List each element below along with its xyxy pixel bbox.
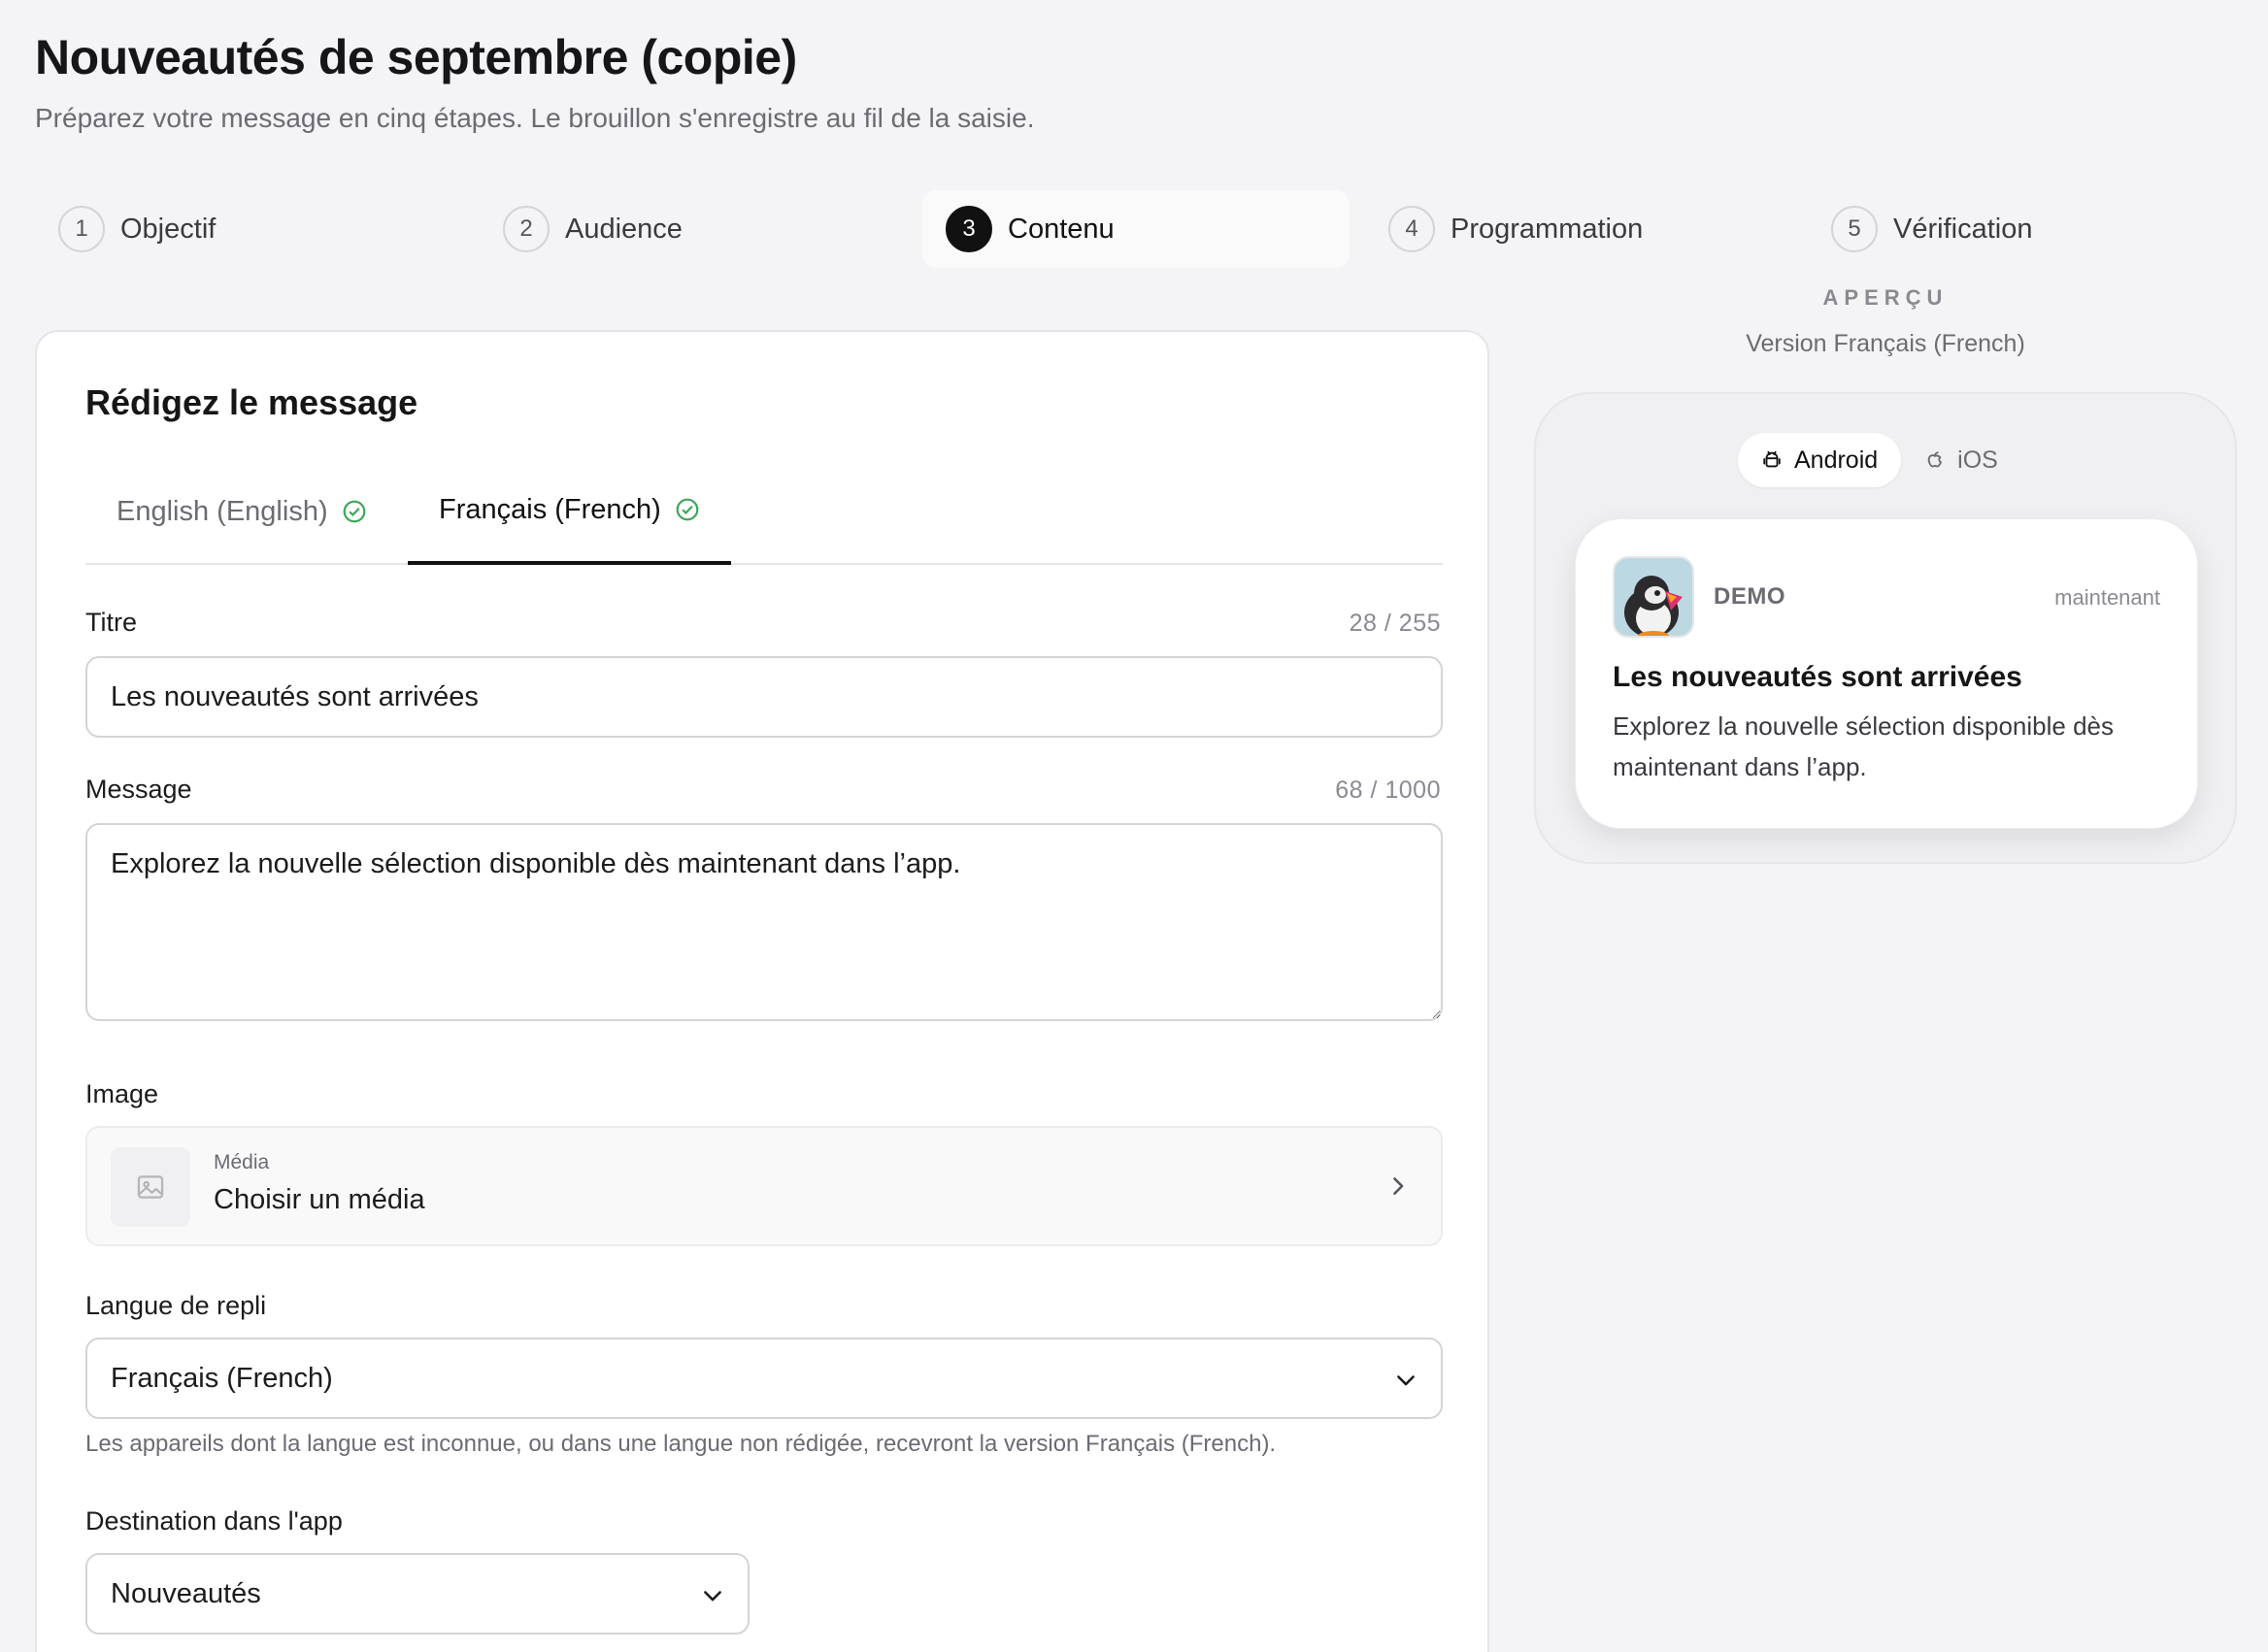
page-title: Nouveautés de septembre (copie) — [35, 30, 797, 84]
media-picker[interactable]: Média Choisir un média — [85, 1126, 1443, 1246]
title-counter: 28 / 255 — [1349, 610, 1441, 637]
compose-card: Rédigez le message English (English) Fra… — [35, 330, 1489, 1652]
fallback-language-label: Langue de repli — [85, 1291, 267, 1320]
preview-eyebrow: APERÇU — [1822, 285, 1949, 310]
os-android-button[interactable]: Android — [1738, 433, 1902, 487]
step-label: Vérification — [1893, 213, 2033, 245]
step-number: 1 — [58, 206, 105, 252]
select-value: Nouveautés — [111, 1577, 261, 1609]
os-ios-button[interactable]: iOS — [1901, 433, 2021, 487]
app-name: DEMO — [1714, 583, 1785, 610]
image-label: Image — [85, 1079, 159, 1108]
android-icon — [1763, 450, 1781, 468]
chevron-down-icon — [1397, 1375, 1415, 1386]
media-caption: Média — [214, 1151, 270, 1173]
tab-label: English (English) — [117, 495, 328, 527]
step-verification[interactable]: 5 Vérification — [1808, 190, 2235, 268]
step-label: Programmation — [1451, 213, 1644, 245]
preview-device-frame: Android iOS DEMO maintenant Les nouveaut… — [1534, 392, 2237, 864]
message-textarea[interactable]: Explorez la nouvelle sélection disponibl… — [85, 823, 1443, 1021]
notification-title: Les nouveautés sont arrivées — [1613, 661, 2022, 693]
step-label: Audience — [565, 213, 683, 245]
step-number: 3 — [946, 206, 992, 252]
apple-icon — [1927, 451, 1943, 468]
step-label: Contenu — [1008, 213, 1115, 245]
destination-label: Destination dans l'app — [85, 1506, 343, 1536]
check-circle-icon — [343, 500, 365, 523]
step-number: 2 — [503, 206, 550, 252]
media-thumbnail — [111, 1147, 190, 1227]
chevron-right-icon — [1393, 1177, 1404, 1195]
title-input[interactable] — [85, 656, 1443, 738]
os-toggle: Android iOS — [1738, 433, 2021, 487]
tab-label: Français (French) — [439, 493, 661, 525]
media-value: Choisir un média — [214, 1184, 425, 1215]
tab-english[interactable]: English (English) — [85, 458, 398, 565]
message-counter: 68 / 1000 — [1335, 776, 1441, 804]
step-number: 4 — [1388, 206, 1435, 252]
tab-french[interactable]: Français (French) — [408, 458, 731, 565]
image-placeholder-icon — [137, 1175, 164, 1199]
step-label: Objectif — [120, 213, 217, 245]
preview-version: Version Français (French) — [1746, 330, 2025, 357]
os-label: iOS — [1957, 446, 1998, 474]
fallback-help-text: Les appareils dont la langue est inconnu… — [85, 1431, 1277, 1457]
language-tabs: English (English) Français (French) — [85, 458, 1443, 565]
os-label: Android — [1794, 446, 1879, 474]
notification-card: DEMO maintenant Les nouveautés sont arri… — [1575, 518, 2198, 829]
destination-select[interactable]: Nouveautés — [85, 1553, 750, 1635]
puffin-logo-icon — [1615, 558, 1692, 636]
step-programmation[interactable]: 4 Programmation — [1365, 190, 1792, 268]
title-label: Titre — [85, 608, 137, 637]
notification-body: Explorez la nouvelle sélection disponibl… — [1613, 711, 2114, 781]
step-contenu[interactable]: 3 Contenu — [922, 190, 1350, 268]
fallback-language-select[interactable]: Français (French) — [85, 1338, 1443, 1419]
step-number: 5 — [1831, 206, 1878, 252]
select-value: Français (French) — [111, 1362, 333, 1394]
app-icon — [1613, 556, 1694, 638]
check-circle-icon — [676, 498, 699, 521]
page-subtitle: Préparez votre message en cinq étapes. L… — [35, 103, 1035, 133]
step-objectif[interactable]: 1 Objectif — [35, 190, 462, 268]
chevron-down-icon — [704, 1591, 721, 1602]
notification-time: maintenant — [2054, 585, 2160, 610]
wizard-stepper: 1 Objectif 2 Audience 3 Contenu 4 Progra… — [35, 190, 2239, 268]
card-title: Rédigez le message — [85, 382, 418, 422]
message-label: Message — [85, 775, 192, 804]
step-audience[interactable]: 2 Audience — [480, 190, 907, 268]
